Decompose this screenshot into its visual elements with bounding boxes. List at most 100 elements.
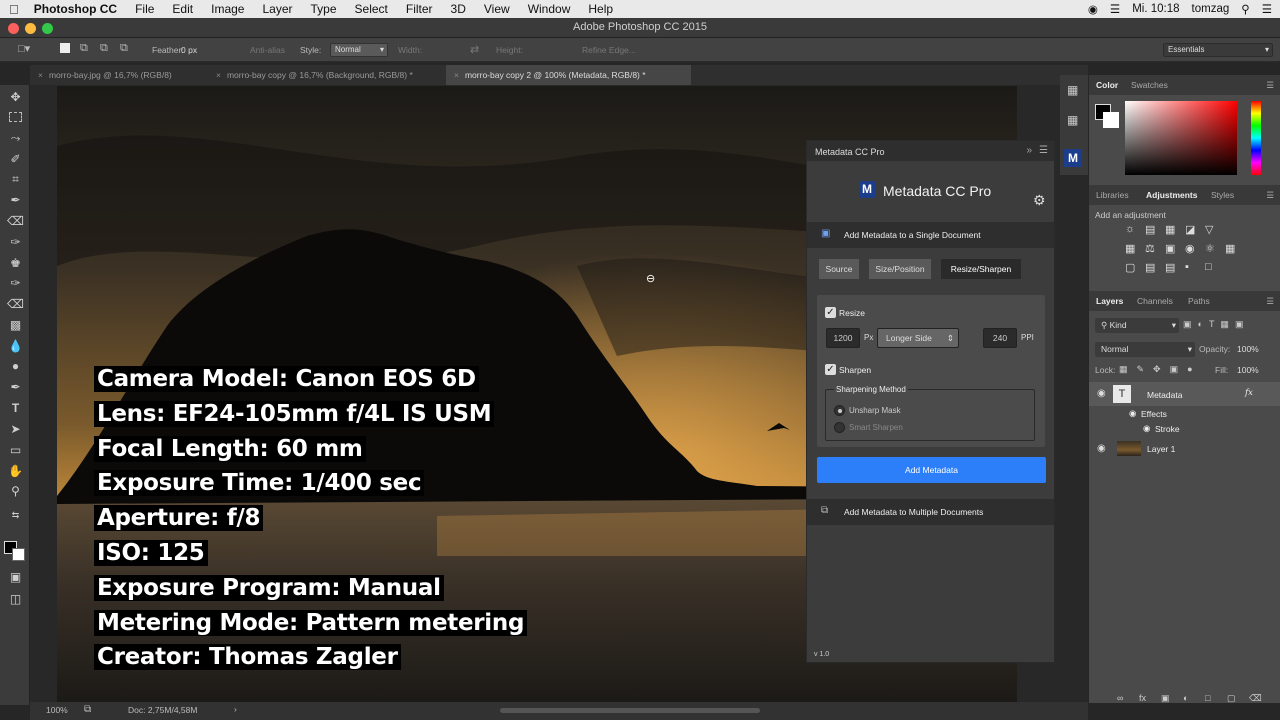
lasso-tool-icon[interactable]: ⤳ — [7, 130, 24, 147]
menu-filter[interactable]: Filter — [397, 2, 442, 16]
layer-effects-row[interactable]: ◉ Effects — [1089, 406, 1280, 421]
quick-selection-tool-icon[interactable]: ✐ — [7, 151, 24, 168]
wifi-icon[interactable]: ☰ — [1110, 2, 1120, 16]
resize-width-input[interactable]: 1200 — [826, 328, 860, 348]
intersect-selection-icon[interactable]: ⧉ — [120, 42, 128, 55]
new-adjustment-icon[interactable]: ◐ — [1183, 693, 1188, 703]
menu-select[interactable]: Select — [346, 2, 397, 16]
step-size-position[interactable]: Size/Position — [869, 259, 931, 279]
export-icon[interactable]: ⧉ — [84, 704, 91, 715]
tab-styles[interactable]: Styles — [1211, 190, 1234, 200]
exposure-icon[interactable]: ◪ — [1185, 223, 1203, 236]
threshold-icon[interactable]: ▤ — [1165, 261, 1183, 274]
add-style-icon[interactable]: fx — [1139, 693, 1146, 703]
gradient-map-icon[interactable]: ▪ — [1185, 261, 1203, 274]
swap-colors-icon[interactable]: ⇆ — [7, 507, 24, 524]
rectangle-tool-icon[interactable]: ▭ — [7, 442, 24, 459]
tab-libraries[interactable]: Libraries — [1096, 190, 1129, 200]
link-layers-icon[interactable]: ∞ — [1117, 693, 1123, 703]
crop-tool-icon[interactable]: ⌗ — [7, 171, 24, 188]
hue-slider[interactable] — [1251, 101, 1261, 175]
layer-row-layer-1[interactable]: ◉ Layer 1 — [1089, 438, 1280, 460]
visibility-eye-icon[interactable]: ◉ — [1097, 388, 1106, 399]
layer-row-metadata[interactable]: ◉ T Metadata fx — [1089, 382, 1280, 406]
healing-brush-tool-icon[interactable]: ⌫ — [7, 213, 24, 230]
tab-channels[interactable]: Channels — [1137, 296, 1173, 306]
panel-menu-icon[interactable]: ☰ — [1266, 80, 1274, 91]
selective-color-icon[interactable]: □ — [1205, 261, 1223, 274]
lock-icons[interactable]: ▦✎✥▣● — [1119, 364, 1202, 375]
type-tool-icon[interactable]: T — [7, 400, 24, 417]
background-color-swatch[interactable] — [12, 548, 25, 561]
color-balance-icon[interactable]: ⚖ — [1145, 242, 1163, 255]
single-document-section[interactable]: ▣ Add Metadata to a Single Document — [807, 222, 1054, 248]
close-tab-icon[interactable]: × — [216, 70, 221, 80]
panel-menu-icon[interactable]: ☰ — [1266, 296, 1274, 307]
color-picker-field[interactable] — [1125, 101, 1237, 175]
gradient-tool-icon[interactable]: ▩ — [7, 317, 24, 334]
refine-edge-button[interactable]: Refine Edge... — [582, 45, 636, 55]
brush-tool-icon[interactable]: ✑ — [7, 234, 24, 251]
clone-stamp-tool-icon[interactable]: ♚ — [7, 255, 24, 272]
settings-gear-icon[interactable]: ⚙ — [1033, 192, 1046, 209]
blur-tool-icon[interactable]: 💧 — [7, 338, 24, 355]
rectangular-marquee-tool-icon[interactable] — [9, 112, 22, 122]
menu-image[interactable]: Image — [202, 2, 253, 16]
hue-saturation-icon[interactable]: ▦ — [1125, 242, 1143, 255]
panel-menu-icon[interactable]: ☰ — [1266, 190, 1274, 201]
eraser-tool-icon[interactable]: ⌫ — [7, 296, 24, 313]
background-swatch[interactable] — [1103, 112, 1119, 128]
menu-view[interactable]: View — [475, 2, 519, 16]
quick-mask-icon[interactable]: ▣ — [7, 569, 24, 586]
chevron-right-icon[interactable]: › — [234, 704, 237, 714]
color-lookup-icon[interactable]: ▦ — [1225, 242, 1243, 255]
curves-icon[interactable]: ▦ — [1165, 223, 1183, 236]
tab-swatches[interactable]: Swatches — [1131, 80, 1168, 90]
menu-type[interactable]: Type — [302, 2, 346, 16]
invert-icon[interactable]: ▢ — [1125, 261, 1143, 274]
vibrance-icon[interactable]: ▽ — [1205, 223, 1223, 236]
fx-icon[interactable]: fx — [1245, 388, 1253, 398]
collapse-panel-icon[interactable]: » — [1026, 145, 1032, 156]
tab-morro-bay-copy[interactable]: × morro-bay copy @ 16,7% (Background, RGB… — [208, 65, 421, 85]
fill-input[interactable]: 100% — [1237, 365, 1259, 375]
layer-stroke-row[interactable]: ◉ Stroke — [1089, 421, 1280, 436]
menu-app-name[interactable]: Photoshop CC — [28, 2, 126, 16]
visibility-eye-icon[interactable]: ◉ — [1143, 423, 1150, 434]
channel-mixer-icon[interactable]: ⚛ — [1205, 242, 1223, 255]
close-tab-icon[interactable]: × — [454, 70, 459, 80]
black-white-icon[interactable]: ▣ — [1165, 242, 1183, 255]
user-name[interactable]: tomzag — [1192, 3, 1230, 15]
dodge-tool-icon[interactable]: ● — [7, 358, 24, 375]
close-tab-icon[interactable]: × — [38, 70, 43, 80]
menu-help[interactable]: Help — [579, 2, 622, 16]
horizontal-scrollbar[interactable] — [500, 708, 760, 713]
blend-mode-select[interactable]: Normal ▾ — [1095, 342, 1195, 357]
tab-morro-bay[interactable]: × morro-bay.jpg @ 16,7% (RGB/8) — [30, 65, 180, 85]
tab-adjustments[interactable]: Adjustments — [1146, 190, 1197, 200]
metadata-plugin-icon[interactable]: M — [1064, 149, 1082, 167]
resize-checkbox[interactable]: ✓ — [825, 307, 836, 318]
document-size[interactable]: Doc: 2,75M/4,58M — [128, 705, 197, 715]
add-metadata-button[interactable]: Add Metadata — [817, 457, 1046, 483]
panel-menu-icon[interactable]: ☰ — [1039, 145, 1048, 156]
move-tool-icon[interactable]: ✥ — [7, 89, 24, 106]
sharpen-checkbox[interactable]: ✓ — [825, 364, 836, 375]
properties-panel-icon[interactable]: ▦ — [1067, 113, 1078, 127]
menu-file[interactable]: File — [126, 2, 163, 16]
add-selection-icon[interactable]: ⧉ — [80, 42, 88, 55]
menu-3d[interactable]: 3D — [442, 2, 475, 16]
step-resize-sharpen[interactable]: Resize/Sharpen — [941, 259, 1021, 279]
new-selection-icon[interactable] — [60, 43, 70, 53]
screen-mode-icon[interactable]: ◫ — [7, 591, 24, 608]
zoom-tool-icon[interactable]: ⚲ — [7, 483, 24, 500]
photo-filter-icon[interactable]: ◉ — [1185, 242, 1203, 255]
antialias-checkbox[interactable]: Anti-alias — [250, 45, 285, 55]
history-panel-icon[interactable]: ▦ — [1067, 83, 1078, 97]
new-group-icon[interactable]: □ — [1205, 693, 1210, 703]
menu-window[interactable]: Window — [519, 2, 580, 16]
unsharp-mask-radio[interactable] — [834, 405, 845, 416]
clock[interactable]: Mi. 10:18 — [1132, 3, 1179, 15]
tab-color[interactable]: Color — [1096, 80, 1118, 90]
new-layer-icon[interactable]: ▢ — [1227, 693, 1236, 704]
